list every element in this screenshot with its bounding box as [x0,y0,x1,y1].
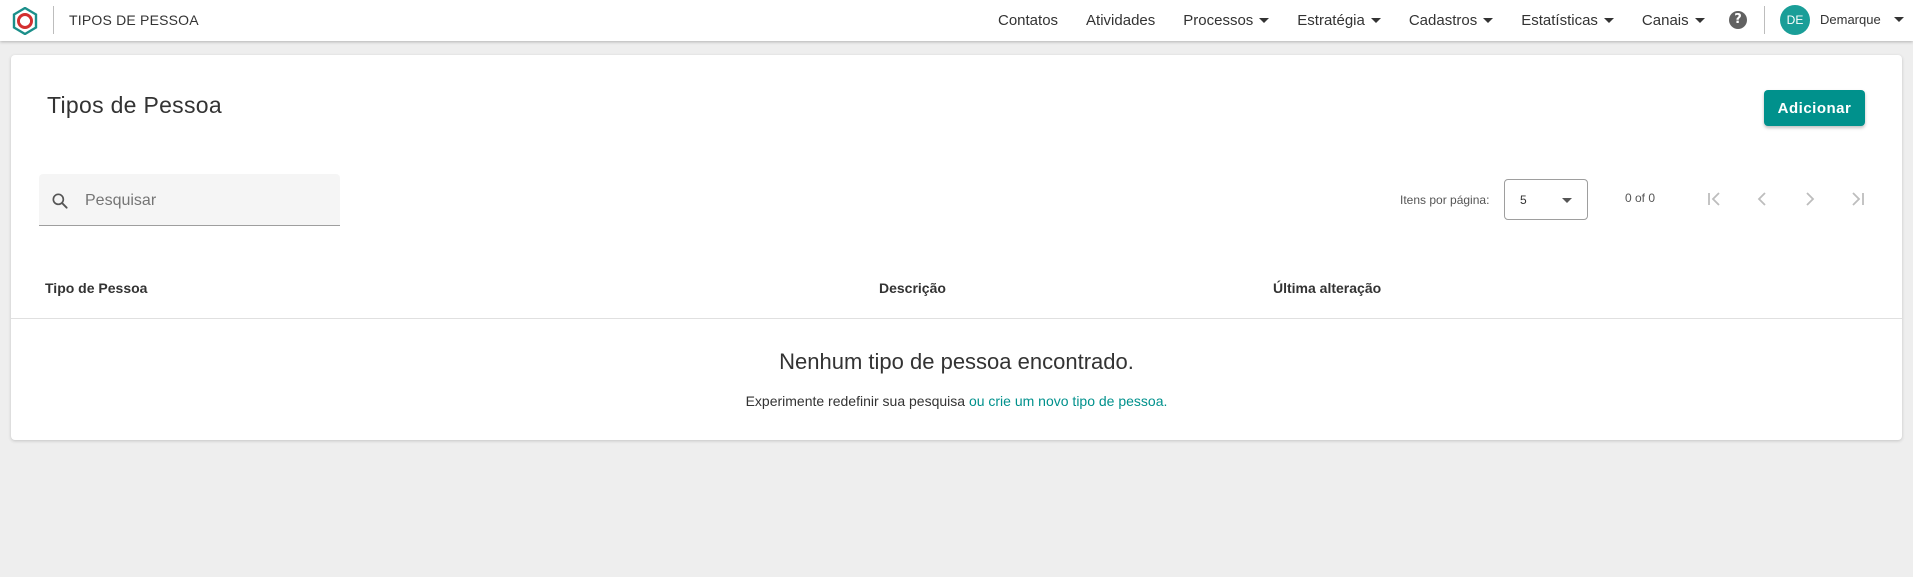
app-section-title: TIPOS DE PESSOA [69,12,199,28]
empty-state-hint: Experimente redefinir sua pesquisa ou cr… [11,393,1902,409]
nav-item-label: Atividades [1086,12,1156,29]
empty-state-title: Nenhum tipo de pessoa encontrado. [779,349,1134,374]
column-header-tipo-de-pessoa[interactable]: Tipo de Pessoa [45,280,147,296]
add-button[interactable]: Adicionar [1764,90,1865,126]
last-page-icon[interactable] [1846,187,1870,211]
user-name[interactable]: Demarque [1820,12,1881,27]
nav-item-cadastros[interactable]: Cadastros [1408,0,1494,41]
previous-page-icon[interactable] [1750,187,1774,211]
chevron-down-icon [1483,18,1494,23]
empty-state-hint-text: Experimente redefinir sua pesquisa [745,393,966,409]
pagination-range: 0 of 0 [1625,191,1656,205]
user-divider [1764,6,1765,34]
chevron-down-icon [1562,198,1572,203]
next-page-icon[interactable] [1798,187,1822,211]
search-field[interactable] [39,174,340,226]
app-logo-icon[interactable] [11,7,39,35]
user-menu-chevron-down-icon[interactable] [1894,17,1904,22]
first-page-icon[interactable] [1702,187,1726,211]
chevron-down-icon [1694,18,1705,23]
table-header-divider [11,318,1902,319]
search-icon [52,193,68,209]
items-per-page-select[interactable]: 5 [1504,179,1588,220]
nav-item-estatisticas[interactable]: Estatísticas [1521,0,1614,41]
nav-item-label: Estratégia [1297,12,1365,29]
help-icon[interactable]: ? [1729,11,1747,29]
content-card: Tipos de Pessoa Adicionar Itens por pági… [11,55,1902,440]
nav-item-canais[interactable]: Canais [1642,0,1705,41]
chevron-down-icon [1370,18,1381,23]
main-nav: Contatos Atividades Processos Estratégia… [986,0,1705,41]
nav-item-contatos[interactable]: Contatos [998,0,1058,41]
top-navigation-bar: TIPOS DE PESSOA Contatos Atividades Proc… [0,0,1913,41]
nav-item-label: Processos [1183,12,1254,29]
search-input[interactable] [85,186,325,216]
chevron-down-icon [1259,18,1270,23]
nav-item-estrategia[interactable]: Estratégia [1297,0,1381,41]
nav-item-processos[interactable]: Processos [1183,0,1270,41]
nav-item-label: Contatos [998,12,1059,29]
nav-item-atividades[interactable]: Atividades [1086,0,1155,41]
items-per-page-label: Itens por página: [1400,193,1490,207]
column-header-ultima-alteracao[interactable]: Última alteração [1273,280,1381,296]
brand-divider [53,6,54,34]
column-header-descricao[interactable]: Descrição [879,280,946,296]
chevron-down-icon [1603,18,1614,23]
avatar[interactable]: DE [1780,5,1810,35]
create-new-link[interactable]: ou crie um novo tipo de pessoa. [969,393,1167,409]
nav-item-label: Estatísticas [1521,12,1598,29]
nav-item-label: Cadastros [1408,12,1478,29]
nav-item-label: Canais [1641,12,1689,29]
page-title: Tipos de Pessoa [47,92,222,118]
items-per-page-value: 5 [1520,193,1527,207]
